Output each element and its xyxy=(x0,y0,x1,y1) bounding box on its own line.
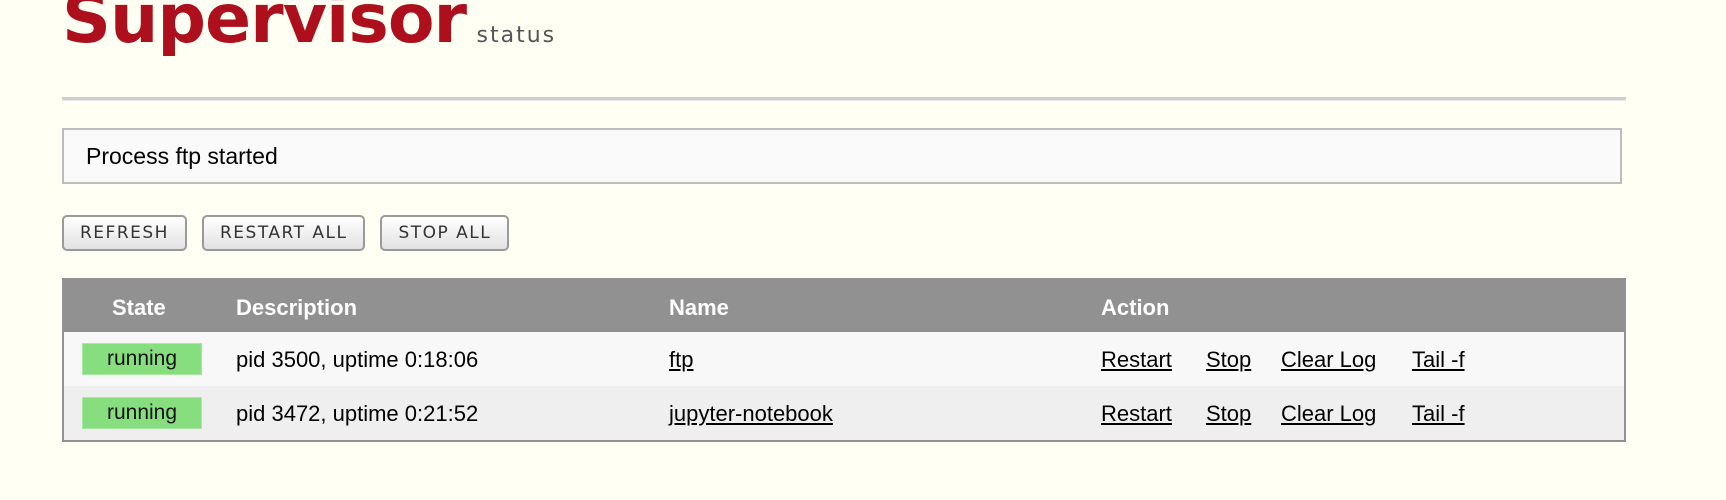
header-action: Action xyxy=(1101,295,1170,320)
stop-link[interactable]: Stop xyxy=(1206,347,1251,373)
table-header: State Description Name Action xyxy=(64,280,1624,332)
logo-subtitle: status xyxy=(476,23,557,48)
header-name: Name xyxy=(669,295,729,320)
stop-link[interactable]: Stop xyxy=(1206,401,1251,427)
process-name-link[interactable]: jupyter-notebook xyxy=(669,401,833,427)
process-name-link[interactable]: ftp xyxy=(669,347,693,373)
header-state: State xyxy=(112,295,166,320)
header-divider xyxy=(62,97,1626,101)
process-description: pid 3472, uptime 0:21:52 xyxy=(236,401,479,426)
restart-link[interactable]: Restart xyxy=(1101,401,1172,427)
table-row: running pid 3472, uptime 0:21:52 jupyter… xyxy=(64,386,1624,440)
status-message: Process ftp started xyxy=(62,128,1622,184)
tail-log-link[interactable]: Tail -f xyxy=(1412,401,1465,427)
status-badge: running xyxy=(82,397,202,429)
restart-all-button[interactable]: RESTART ALL xyxy=(201,215,366,251)
header-description: Description xyxy=(236,295,358,320)
tail-log-link[interactable]: Tail -f xyxy=(1412,347,1465,373)
clear-log-link[interactable]: Clear Log xyxy=(1281,347,1376,373)
process-table: State Description Name Action running pi… xyxy=(62,278,1626,442)
process-description: pid 3500, uptime 0:18:06 xyxy=(236,347,479,372)
table-row: running pid 3500, uptime 0:18:06 ftp Res… xyxy=(64,332,1624,386)
supervisor-logo: Supervisor status xyxy=(62,0,556,54)
status-badge: running xyxy=(82,343,202,375)
action-buttons: REFRESH RESTART ALL STOP ALL xyxy=(62,215,510,251)
logo-title: Supervisor xyxy=(62,0,467,59)
restart-link[interactable]: Restart xyxy=(1101,347,1172,373)
refresh-button[interactable]: REFRESH xyxy=(62,215,187,251)
clear-log-link[interactable]: Clear Log xyxy=(1281,401,1376,427)
stop-all-button[interactable]: STOP ALL xyxy=(380,215,510,251)
